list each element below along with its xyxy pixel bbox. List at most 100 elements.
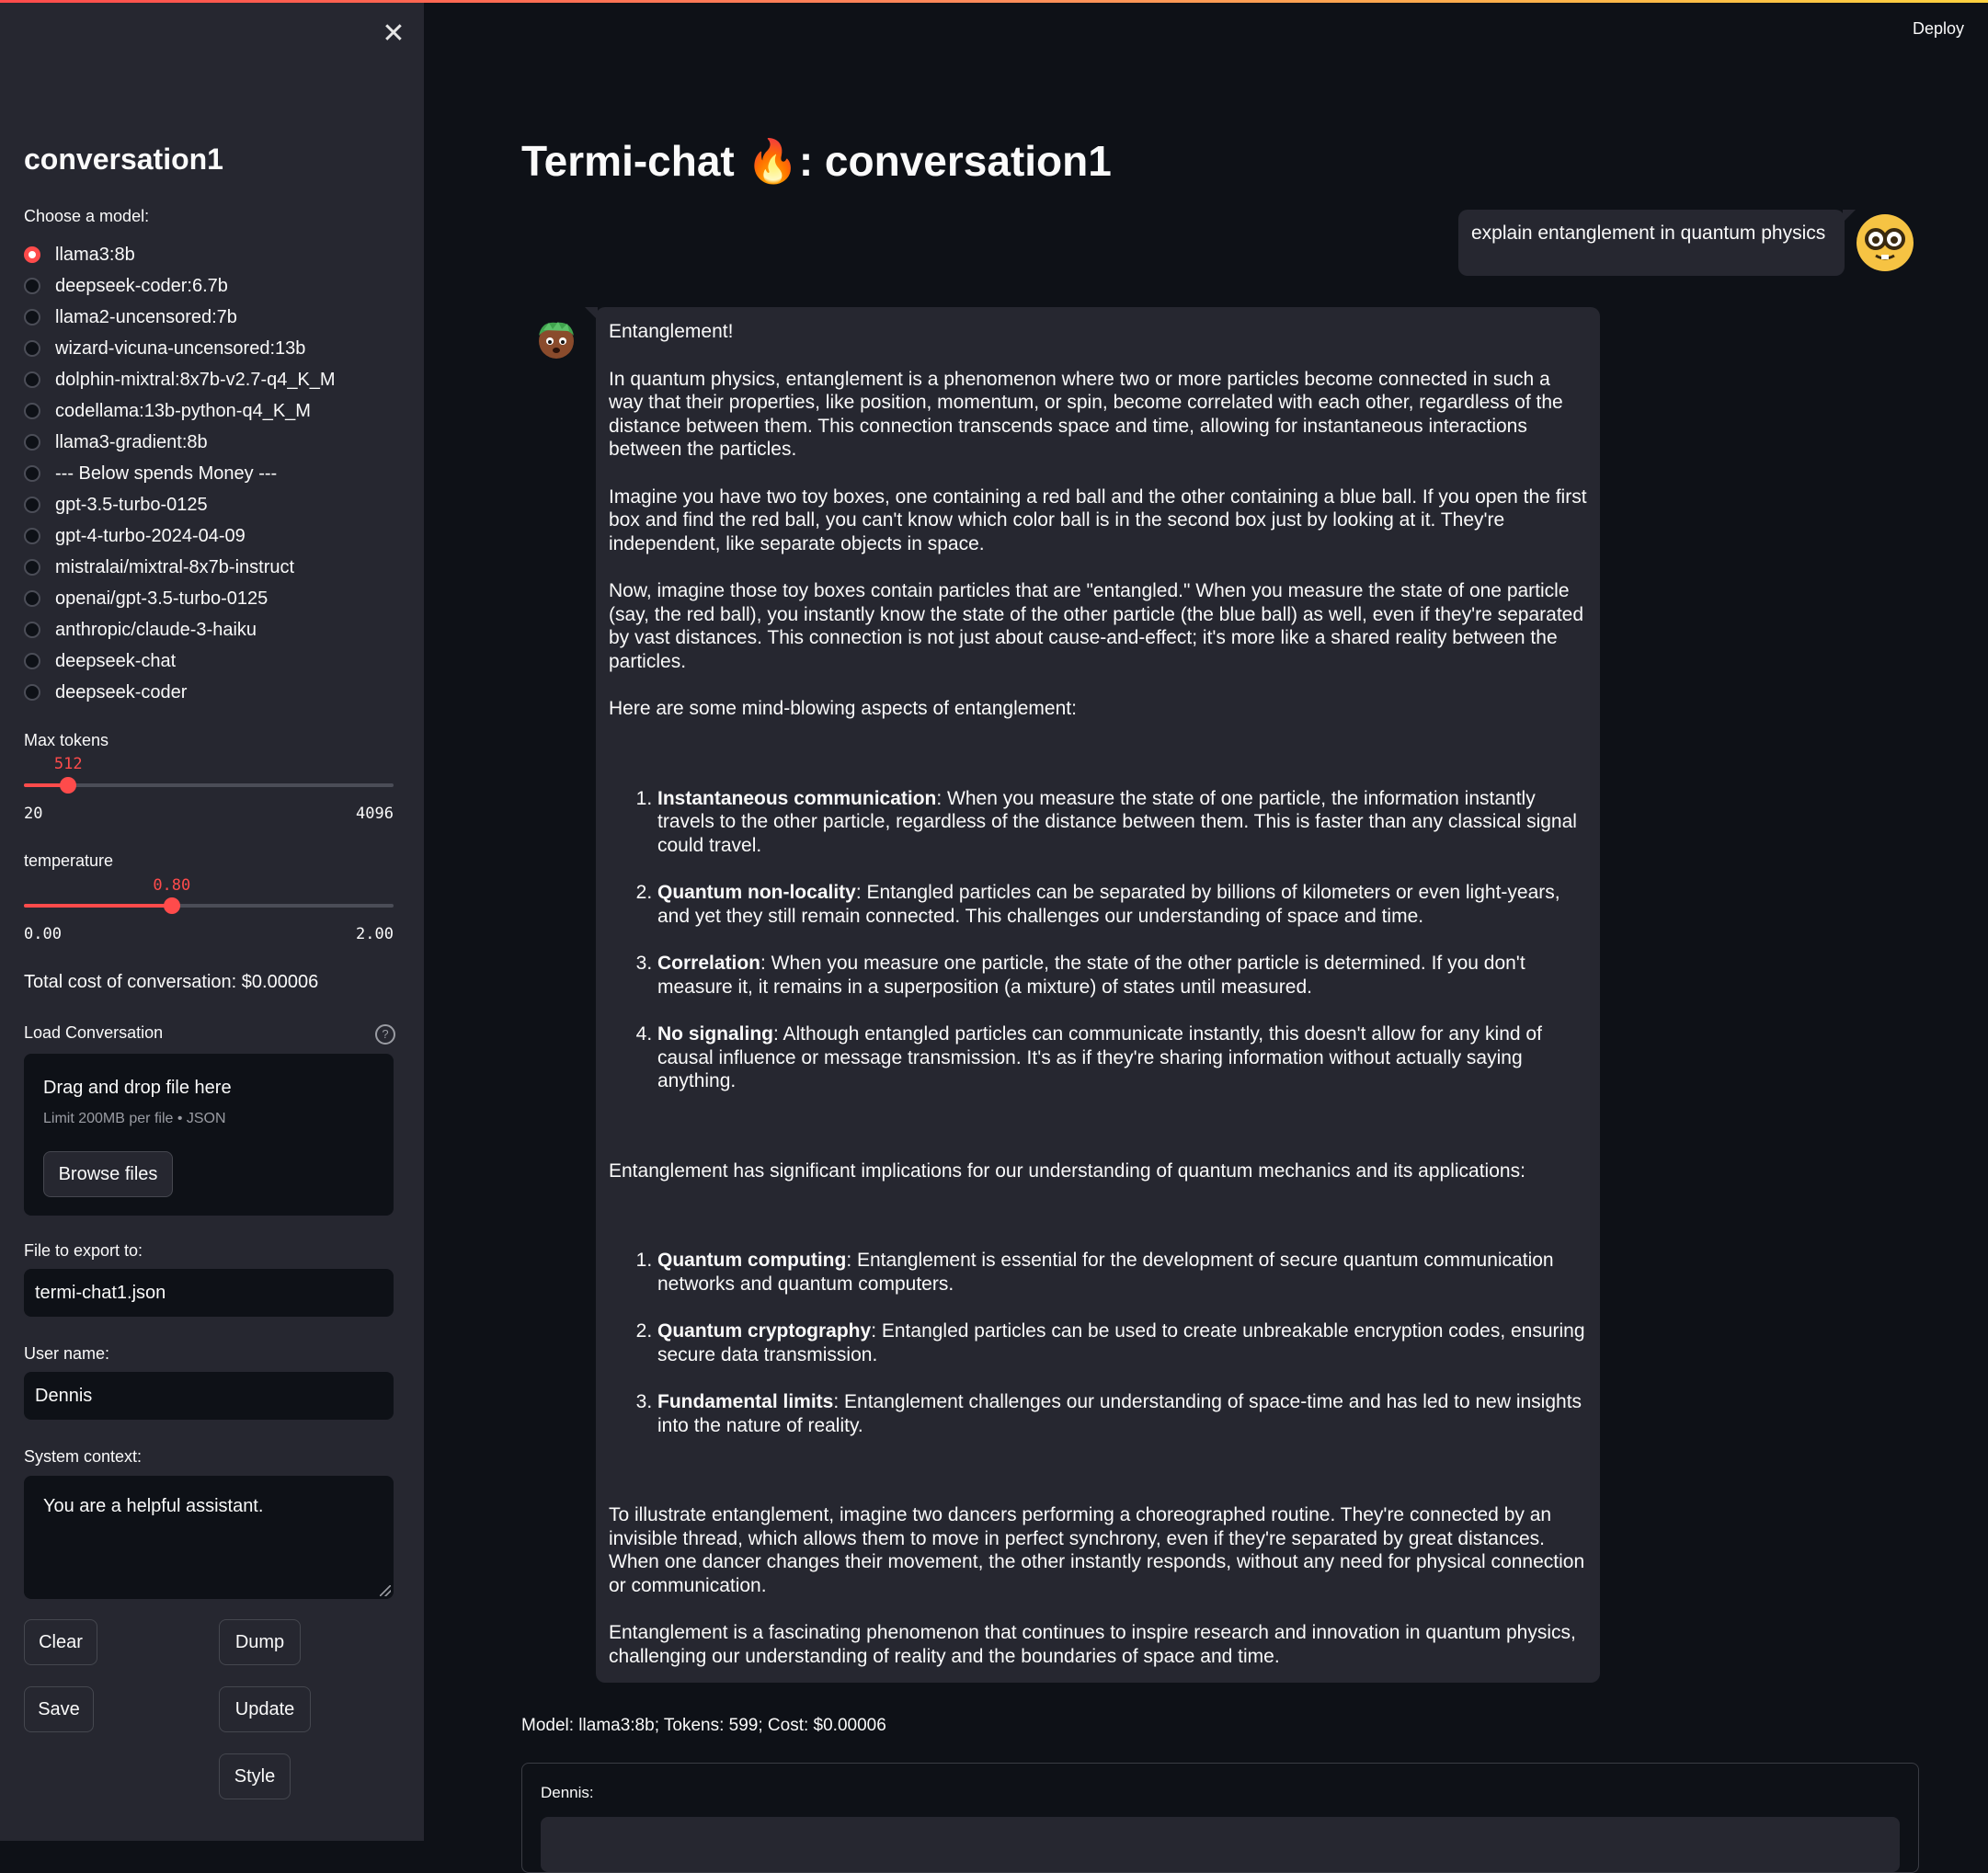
assistant-paragraph: Here are some mind-blowing aspects of en… <box>609 698 1077 719</box>
deploy-button[interactable]: Deploy <box>1913 19 1964 39</box>
radio-button[interactable] <box>24 340 40 357</box>
list-item-heading: Fundamental limits <box>657 1391 834 1412</box>
user-name-input[interactable]: Dennis <box>24 1372 394 1420</box>
temperature-fill <box>24 904 172 908</box>
load-conversation-label: Load Conversation <box>24 1023 164 1042</box>
close-sidebar-button[interactable]: ✕ <box>379 19 408 49</box>
assistant-paragraph: Imagine you have two toy boxes, one cont… <box>609 485 1587 554</box>
style-button[interactable]: Style <box>219 1753 291 1799</box>
radio-button[interactable] <box>24 465 40 482</box>
model-option[interactable]: wizard-vicuna-uncensored:13b <box>24 333 336 364</box>
model-option[interactable]: llama3-gradient:8b <box>24 427 336 458</box>
list-item-heading: Quantum cryptography <box>657 1320 872 1342</box>
model-label: Choose a model: <box>24 207 150 225</box>
aspects-list: Instantaneous communication : When you me… <box>609 787 1587 1093</box>
list-item: Fundamental limits: Entanglement challen… <box>657 1390 1587 1437</box>
system-context-textarea[interactable]: You are a helpful assistant. <box>24 1476 394 1599</box>
implications-list: Quantum computing: Entanglement is essen… <box>609 1249 1587 1437</box>
list-item-text: : When you measure one particle, the sta… <box>657 953 1525 998</box>
model-option[interactable]: llama2-uncensored:7b <box>24 302 336 333</box>
model-option[interactable]: dolphin-mixtral:8x7b-v2.7-q4_K_M <box>24 364 336 395</box>
temperature-slider[interactable] <box>24 897 394 914</box>
title-suffix: : conversation1 <box>798 137 1112 185</box>
max-tokens-slider[interactable] <box>24 777 394 794</box>
radio-button[interactable] <box>24 590 40 607</box>
model-option-label: codellama:13b-python-q4_K_M <box>55 400 311 421</box>
assistant-paragraph: In quantum physics, entanglement is a ph… <box>609 368 1563 461</box>
model-option[interactable]: deepseek-coder <box>24 677 336 708</box>
radio-button[interactable] <box>24 528 40 544</box>
list-item: Instantaneous communication: When you me… <box>657 787 1587 858</box>
model-option-label: anthropic/claude-3-haiku <box>55 619 257 640</box>
temperature-value: 0.80 <box>153 876 191 895</box>
list-item-heading: No signaling <box>657 1023 773 1045</box>
radio-button[interactable] <box>24 559 40 576</box>
max-tokens-thumb[interactable] <box>60 777 77 794</box>
radio-button[interactable] <box>24 622 40 638</box>
model-radio-group: llama3:8b deepseek-coder:6.7b llama2-uncen… <box>24 239 336 708</box>
model-option-label: --- Below spends Money --- <box>55 463 278 484</box>
assistant-paragraph: Entanglement has significant implication… <box>609 1159 1525 1182</box>
radio-button[interactable] <box>24 434 40 451</box>
temperature-min: 0.00 <box>24 925 62 943</box>
clear-button[interactable]: Clear <box>24 1619 97 1665</box>
model-option[interactable]: deepseek-chat <box>24 645 336 677</box>
temperature-max: 2.00 <box>356 925 394 943</box>
max-tokens-min: 20 <box>24 805 43 823</box>
model-option[interactable]: codellama:13b-python-q4_K_M <box>24 395 336 427</box>
resize-handle[interactable] <box>380 1585 391 1596</box>
system-context-label: System context: <box>24 1447 143 1466</box>
assistant-paragraph: To illustrate entanglement, imagine two … <box>609 1504 1585 1596</box>
list-item: No signaling: Although entangled particl… <box>657 1022 1587 1093</box>
model-option[interactable]: --- Below spends Money --- <box>24 458 336 489</box>
sidebar: ✕ conversation1 Choose a model: llama3:8… <box>0 3 424 1841</box>
file-dropzone[interactable]: Drag and drop file here Limit 200MB per … <box>24 1054 394 1216</box>
dropzone-limit: Limit 200MB per file • JSON <box>43 1111 226 1126</box>
close-icon: ✕ <box>382 18 406 49</box>
update-button[interactable]: Update <box>219 1686 311 1732</box>
radio-button[interactable] <box>24 278 40 294</box>
max-tokens-label: Max tokens <box>24 731 109 749</box>
radio-button[interactable] <box>24 371 40 388</box>
radio-button[interactable] <box>24 684 40 701</box>
radio-button[interactable] <box>24 653 40 669</box>
system-context-text: You are a helpful assistant. <box>43 1496 264 1516</box>
list-item: Quantum cryptography: Entangled particle… <box>657 1319 1587 1366</box>
assistant-paragraph: Entanglement is a fascinating phenomenon… <box>609 1622 1576 1667</box>
response-meta: Model: llama3:8b; Tokens: 599; Cost: $0.… <box>521 1716 886 1735</box>
model-option[interactable]: anthropic/claude-3-haiku <box>24 614 336 645</box>
model-option-label: deepseek-chat <box>55 650 177 671</box>
browse-files-button[interactable]: Browse files <box>43 1151 173 1197</box>
list-item-heading: Instantaneous communication <box>657 787 937 809</box>
model-option-label: mistralai/mixtral-8x7b-instruct <box>55 556 295 577</box>
max-tokens-value: 512 <box>53 755 83 773</box>
assistant-message-bubble: Entanglement! In quantum physics, entang… <box>585 307 1600 1683</box>
list-item: Quantum non-locality: Entangled particle… <box>657 881 1587 928</box>
help-icon[interactable]: ? <box>375 1024 395 1045</box>
list-item-text: : Although entangled particles can commu… <box>657 1023 1542 1091</box>
export-file-input[interactable]: termi-chat1.json <box>24 1269 394 1317</box>
list-item: Quantum computing: Entanglement is essen… <box>657 1249 1587 1296</box>
radio-button[interactable] <box>24 246 40 263</box>
export-file-label: File to export to: <box>24 1241 143 1260</box>
model-option[interactable]: llama3:8b <box>24 239 336 270</box>
radio-button[interactable] <box>24 497 40 513</box>
dropzone-title: Drag and drop file here <box>43 1078 232 1098</box>
total-cost-text: Total cost of conversation: $0.00006 <box>24 972 319 992</box>
assistant-paragraph: Entanglement! <box>609 321 734 342</box>
dump-button[interactable]: Dump <box>219 1619 301 1665</box>
model-option[interactable]: gpt-3.5-turbo-0125 <box>24 489 336 520</box>
model-option-label: dolphin-mixtral:8x7b-v2.7-q4_K_M <box>55 369 336 390</box>
chat-input-field[interactable] <box>541 1817 1900 1872</box>
list-item-heading: Quantum computing <box>657 1250 847 1271</box>
model-option[interactable]: mistralai/mixtral-8x7b-instruct <box>24 552 336 583</box>
model-option[interactable]: openai/gpt-3.5-turbo-0125 <box>24 583 336 614</box>
model-option[interactable]: deepseek-coder:6.7b <box>24 270 336 302</box>
model-option[interactable]: gpt-4-turbo-2024-04-09 <box>24 520 336 552</box>
save-button[interactable]: Save <box>24 1686 94 1732</box>
radio-button[interactable] <box>24 309 40 325</box>
temperature-label: temperature <box>24 851 114 870</box>
radio-button[interactable] <box>24 403 40 419</box>
temperature-thumb[interactable] <box>163 897 180 914</box>
list-item: Correlation: When you measure one partic… <box>657 952 1587 999</box>
